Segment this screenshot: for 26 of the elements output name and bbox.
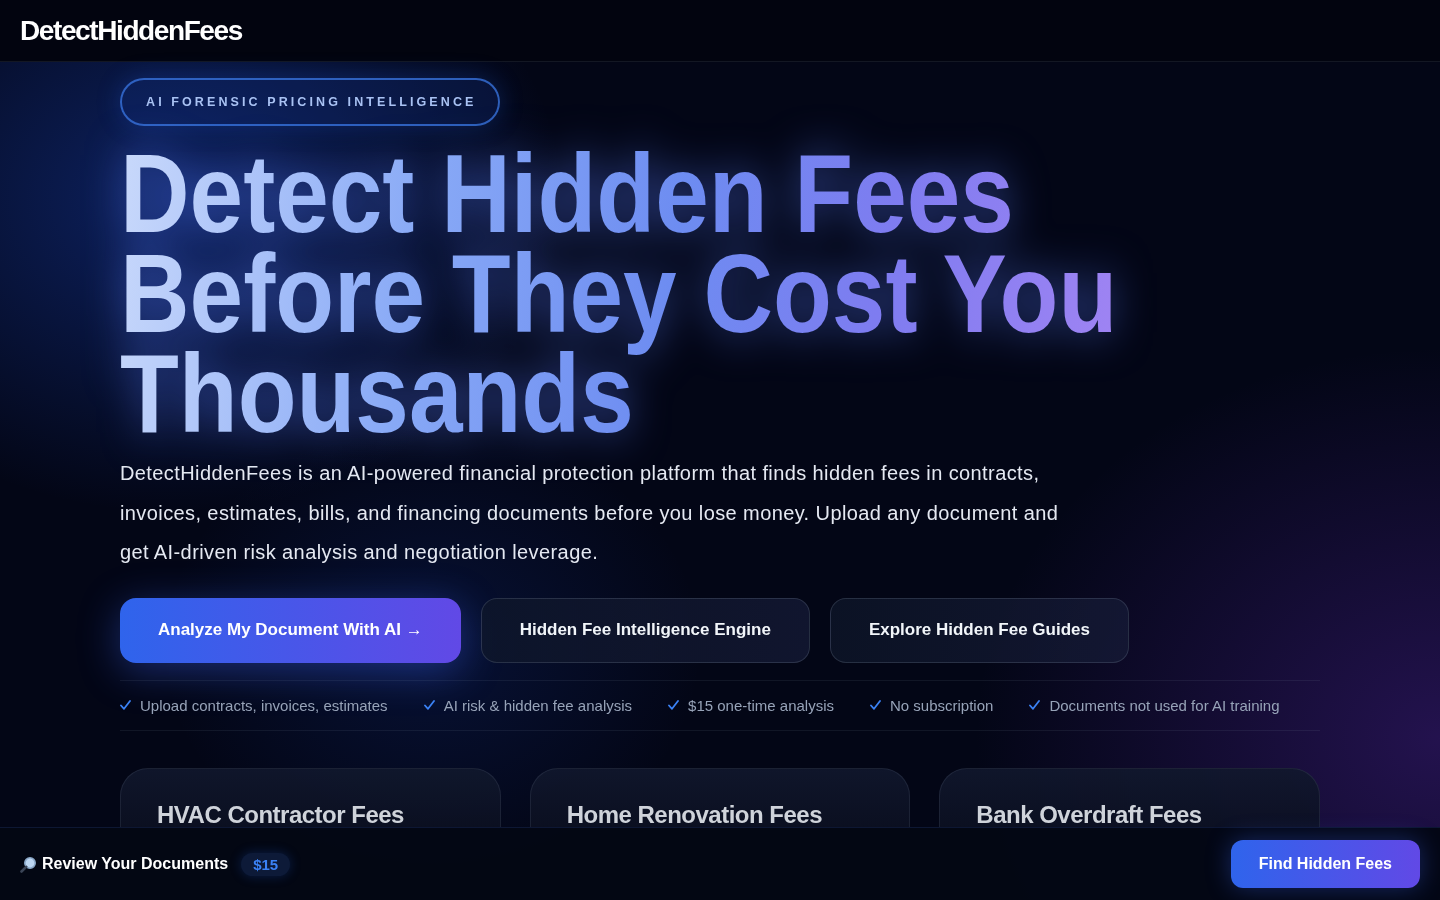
card-title: HVAC Contractor Fees — [157, 801, 404, 827]
search-icon — [20, 855, 37, 873]
fee-guide-card[interactable]: HVAC Contractor Fees — [120, 767, 501, 827]
card-title: Home Renovation Fees — [566, 801, 823, 827]
tagline-badge: AI FORENSIC PRICING INTELLIGENCE — [120, 78, 501, 126]
find-fees-button[interactable]: Find Hidden Fees — [1230, 840, 1420, 888]
feature-text: $15 one-time analysis — [688, 696, 834, 714]
check-icon — [870, 700, 881, 710]
bar-label: Review Your Documents — [42, 855, 229, 873]
card-title: Bank Overdraft Fees — [976, 801, 1202, 827]
feature-text: Documents not used for AI training — [1049, 696, 1280, 714]
check-icon — [1029, 700, 1041, 710]
hero-description: DetectHiddenFees is an AI-powered financial protection platform that finds hidden fees in contracts, invoices, estimates, bills, and financing documents before you lose money. Upload any document and get AI-driven risk analysis and negotiation leverage. — [120, 461, 1060, 565]
site-logo[interactable]: DetectHiddenFees — [20, 14, 242, 47]
analyze-button[interactable]: Analyze My Document With AI → — [120, 597, 461, 663]
feature-text: AI risk & hidden fee analysis — [443, 696, 633, 714]
price-tag: $15 — [241, 852, 291, 876]
feature-text: No subscription — [890, 696, 994, 714]
check-icon — [668, 700, 680, 710]
secondary-button[interactable]: Hidden Fee Intelligence Engine — [480, 597, 810, 663]
check-icon — [120, 700, 131, 710]
secondary-button[interactable]: Explore Hidden Fee Guides — [829, 597, 1129, 663]
fee-guide-card[interactable]: Home Renovation Fees — [529, 767, 911, 827]
feature-text: Upload contracts, invoices, estimates — [140, 696, 388, 714]
fee-guide-card[interactable]: Bank Overdraft Fees — [939, 767, 1320, 827]
check-icon — [423, 700, 435, 710]
